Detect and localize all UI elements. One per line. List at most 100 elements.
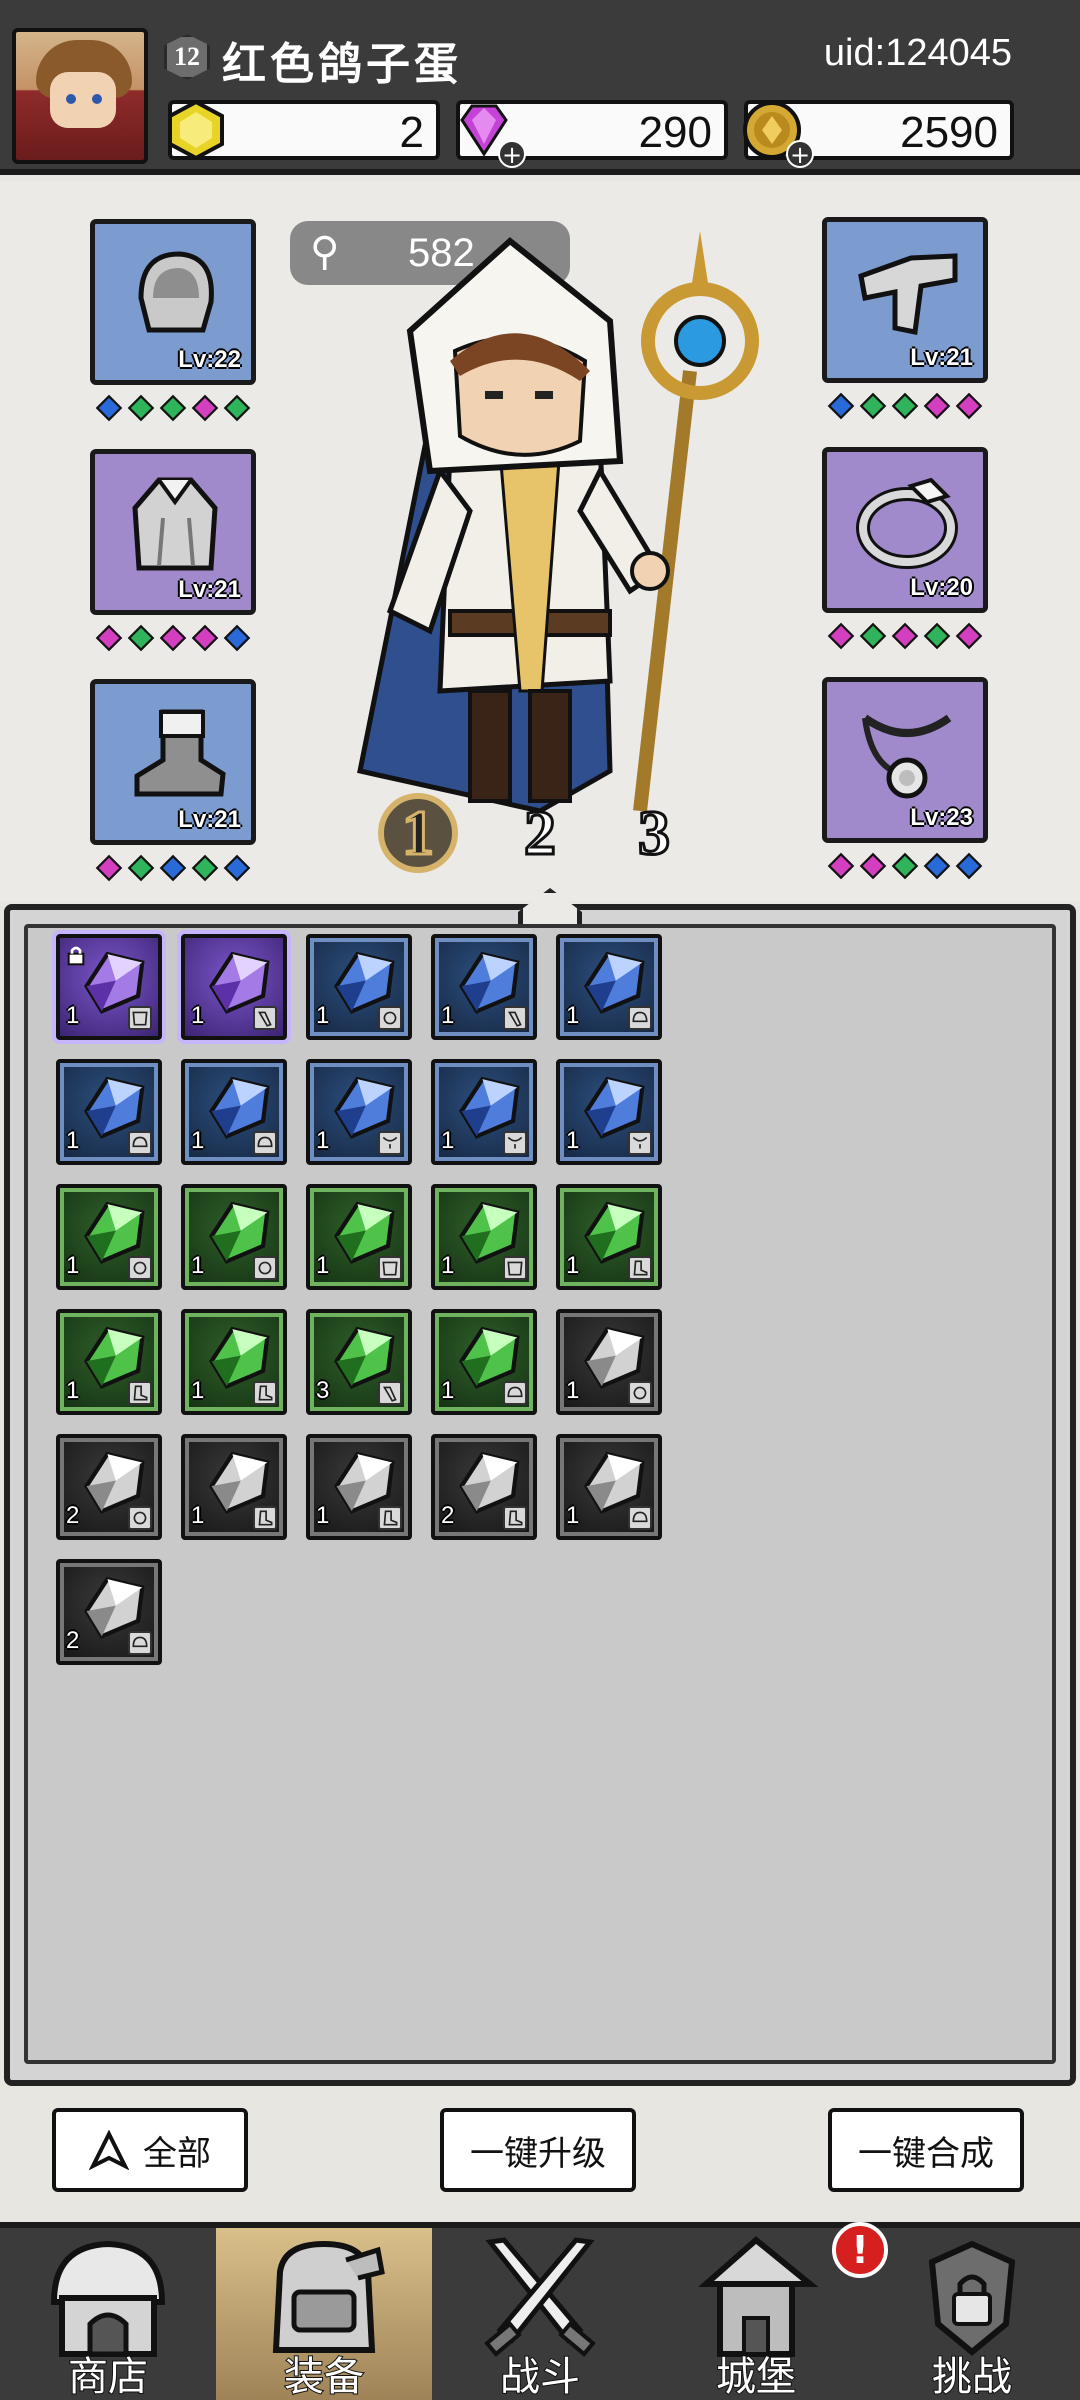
top-bar: 12 红色鸽子蛋 uid:124045 2 + 290 + 2590	[0, 0, 1080, 175]
inventory-item[interactable]: 1	[56, 1184, 162, 1290]
boots-type-icon	[253, 1381, 277, 1405]
inventory-item[interactable]: 1	[306, 1059, 412, 1165]
inventory-item[interactable]: 1	[181, 1434, 287, 1540]
item-count: 1	[66, 1377, 80, 1404]
castle-tower-icon	[698, 2236, 819, 2357]
equip-slot-boots[interactable]: Lv:21	[90, 679, 256, 845]
inventory-item[interactable]: 2	[56, 1559, 162, 1665]
item-count: 2	[66, 1627, 80, 1654]
player-avatar[interactable]	[12, 28, 148, 164]
inventory-item[interactable]: 1	[431, 1184, 537, 1290]
inventory-item[interactable]: 1	[181, 1184, 287, 1290]
nav-equipment-label: 装备	[283, 2353, 365, 2400]
inventory-item[interactable]: 1	[181, 934, 287, 1040]
inventory-item[interactable]: 2	[56, 1434, 162, 1540]
weapon-type-icon	[378, 1381, 402, 1405]
inventory-item[interactable]: 2	[431, 1434, 537, 1540]
gem-row	[90, 624, 256, 655]
currency-purple-diamond-value: 290	[638, 108, 712, 157]
locked-shield-icon	[928, 2240, 1016, 2356]
shop-hut-icon	[50, 2240, 166, 2357]
item-count: 1	[566, 1002, 580, 1029]
add-coin-icon[interactable]: +	[786, 140, 814, 168]
boots-type-icon	[253, 1506, 277, 1530]
upgrade-all-button[interactable]: 一键升级	[440, 2108, 636, 2192]
inventory-item[interactable]: 1	[181, 1309, 287, 1415]
currency-gold-hexagon[interactable]: 2	[168, 99, 440, 161]
item-count: 1	[566, 1252, 580, 1279]
equip-slot-cape[interactable]: Lv:21	[90, 449, 256, 615]
loadout-tab-2[interactable]: 2	[500, 793, 580, 873]
item-count: 1	[191, 1002, 205, 1029]
inventory-item[interactable]: 3	[306, 1309, 412, 1415]
boots-type-icon	[628, 1256, 652, 1280]
cape-icon	[132, 477, 218, 571]
inventory-item[interactable]: 1	[306, 1184, 412, 1290]
currency-gold-coin[interactable]: + 2590	[743, 100, 1014, 168]
nav-challenge-label: 挑战	[931, 2353, 1013, 2400]
hero-character	[357, 231, 759, 814]
nav-shop-label: 商店	[67, 2353, 149, 2400]
inventory-item[interactable]: 1	[306, 934, 412, 1040]
item-count: 1	[66, 1252, 80, 1279]
item-count: 1	[441, 1002, 455, 1029]
loadout-tab-1[interactable]: 1	[378, 793, 458, 873]
currency-gold-hexagon-value: 2	[399, 108, 424, 157]
lock-icon	[67, 946, 85, 966]
inventory-item[interactable]: 1	[56, 934, 162, 1040]
equip-slot-level: Lv:22	[178, 346, 241, 373]
item-count: 2	[441, 1502, 455, 1529]
item-count: 1	[441, 1127, 455, 1154]
inventory-item[interactable]: 1	[431, 934, 537, 1040]
necklace-icon	[862, 714, 952, 799]
inventory-item[interactable]: 1	[556, 1434, 662, 1540]
helmet-type-icon	[628, 1506, 652, 1530]
inventory-grid[interactable]: 1 1 1 1 1 1 1 1 1 1 1 1 1 1 1 1 1 3 1 1 2 1 1 2 1 2	[24, 924, 1056, 2064]
character-panel: ⚲ 582 Lv:22 Lv:21 Lv:21 Lv:21 Lv:20 Lv:2…	[0, 181, 1080, 901]
merge-all-button[interactable]: 一键合成	[828, 2108, 1024, 2192]
ring-type-icon	[378, 1006, 402, 1030]
item-count: 1	[566, 1127, 580, 1154]
nav-battle[interactable]: 战斗	[432, 2228, 648, 2400]
equip-slot-necklace[interactable]: Lv:23	[822, 677, 988, 843]
equip-slot-helmet[interactable]: Lv:22	[90, 219, 256, 385]
equip-slot-ring[interactable]: Lv:20	[822, 447, 988, 613]
equip-slot-bracer[interactable]: Lv:21	[822, 217, 988, 383]
equip-slot-level: Lv:23	[910, 804, 973, 831]
inventory-item[interactable]: 1	[556, 1059, 662, 1165]
item-count: 1	[566, 1502, 580, 1529]
nav-battle-label: 战斗	[499, 2353, 581, 2400]
add-diamond-icon[interactable]: +	[498, 140, 526, 168]
inventory-item[interactable]: 1	[556, 1184, 662, 1290]
boots-type-icon	[128, 1381, 152, 1405]
necklace-type-icon	[378, 1131, 402, 1155]
inventory-item[interactable]: 1	[306, 1434, 412, 1540]
currency-gold-coin-value: 2590	[900, 108, 998, 157]
equip-slot-level: Lv:21	[910, 344, 973, 371]
equip-slot-level: Lv:21	[178, 576, 241, 603]
gem-row	[822, 622, 988, 653]
helmet-type-icon	[128, 1631, 152, 1655]
inventory-item[interactable]: 1	[556, 934, 662, 1040]
inventory-panel: 1 1 1 1 1 1 1 1 1 1 1 1 1 1 1 1 1 3 1 1 2 1 1 2 1 2	[4, 888, 1076, 2086]
inventory-item[interactable]: 1	[431, 1059, 537, 1165]
filter-all-button[interactable]: 全部	[52, 2108, 248, 2192]
inventory-item[interactable]: 1	[56, 1059, 162, 1165]
inventory-item[interactable]: 1	[56, 1309, 162, 1415]
inventory-item[interactable]: 1	[431, 1309, 537, 1415]
item-count: 1	[191, 1252, 205, 1279]
filter-all-label: 全部	[143, 2133, 211, 2174]
inventory-item[interactable]: 1	[556, 1309, 662, 1415]
cape-type-icon	[503, 1256, 527, 1280]
item-count: 1	[66, 1127, 80, 1154]
loadout-tab-3[interactable]: 3	[614, 793, 694, 873]
bottom-nav: 商店 装备 战斗 城堡 挑战	[0, 2222, 1080, 2400]
currency-purple-diamond[interactable]: + 290	[456, 100, 728, 168]
filter-triangle-icon	[89, 2130, 129, 2170]
nav-equipment[interactable]: 装备	[216, 2228, 432, 2400]
nav-challenge[interactable]: 挑战	[864, 2228, 1080, 2400]
ring-type-icon	[253, 1256, 277, 1280]
nav-shop[interactable]: 商店	[0, 2228, 216, 2400]
helmet-type-icon	[253, 1131, 277, 1155]
inventory-item[interactable]: 1	[181, 1059, 287, 1165]
